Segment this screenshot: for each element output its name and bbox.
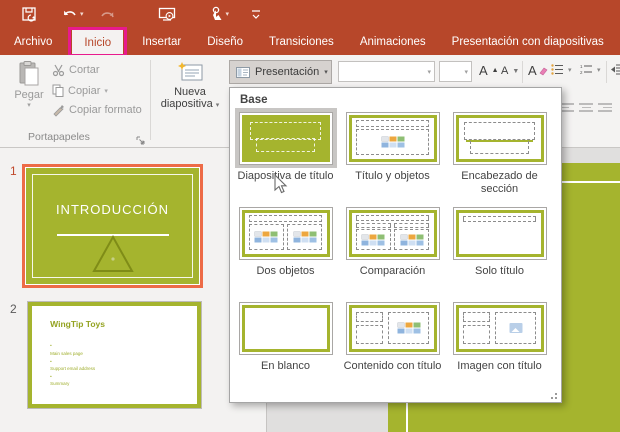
bullets-button[interactable]: ▾	[551, 64, 572, 75]
align-right-button[interactable]	[598, 103, 612, 114]
tab-animaciones[interactable]: Animaciones	[347, 28, 439, 55]
font-size-combobox[interactable]: ▾	[439, 61, 472, 82]
paste-button[interactable]: Pegar ▾	[8, 61, 50, 109]
font-name-caret: ▾	[427, 68, 431, 76]
clipboard-group-label: Portapapeles	[28, 131, 90, 143]
new-slide-dropdown-caret: ▾	[215, 102, 220, 109]
layout-gallery-grid: Diapositiva de título Título y objetos E…	[232, 108, 560, 393]
clear-formatting-button[interactable]: A	[528, 63, 548, 78]
font-name-combobox[interactable]: ▾	[338, 61, 435, 82]
svg-text:2: 2	[580, 70, 583, 75]
mouse-cursor	[274, 173, 288, 194]
decrease-indent-button[interactable]	[611, 64, 620, 75]
layout-option-comparacion[interactable]: Comparación	[341, 203, 445, 298]
layout-option-dos-objetos[interactable]: Dos objetos	[234, 203, 338, 298]
layout-option-en-blanco[interactable]: En blanco	[234, 298, 338, 393]
picture-placeholder-icon	[509, 323, 523, 333]
layout-icon	[236, 66, 250, 78]
decrease-indent-icon	[611, 64, 620, 75]
tab-archivo[interactable]: Archivo	[0, 28, 66, 55]
numbering-button[interactable]: 12 ▾	[580, 64, 601, 75]
slide-master-name: Base	[240, 94, 268, 106]
copy-button[interactable]: Copiar ▾	[52, 84, 108, 97]
slide-thumbnail-panel: 1 INTRODUCCIÓN 2 WingTip Toys • Main sal…	[0, 148, 267, 432]
tab-diseno[interactable]: Diseño	[194, 28, 256, 55]
numbering-icon: 12	[580, 64, 592, 75]
font-size-caret: ▾	[464, 68, 468, 76]
new-slide-button[interactable]: Nueva diapositiva ▾	[154, 61, 226, 110]
paste-dropdown-caret[interactable]: ▾	[27, 101, 31, 109]
redo-button[interactable]	[96, 2, 120, 26]
copy-dropdown-caret[interactable]: ▾	[104, 87, 108, 95]
new-slide-icon	[178, 62, 203, 81]
save-icon	[22, 6, 36, 22]
align-center-button[interactable]	[579, 103, 593, 114]
tab-presentacion-con-diapositivas[interactable]: Presentación con diapositivas	[439, 28, 617, 55]
start-slideshow-icon	[158, 7, 175, 21]
paste-icon	[19, 61, 38, 86]
layout-option-encabezado-de-seccion[interactable]: Encabezado de sección	[448, 108, 552, 203]
increase-font-size-button[interactable]: A ▲	[479, 63, 499, 78]
customize-quick-access-button[interactable]	[247, 2, 265, 26]
format-painter-button[interactable]: Copiar formato	[52, 104, 142, 117]
triangle-shape	[91, 235, 134, 273]
layout-option-titulo-y-objetos[interactable]: Título y objetos	[341, 108, 445, 203]
format-painter-icon	[53, 105, 64, 117]
slide-1-thumbnail[interactable]: INTRODUCCIÓN	[22, 164, 203, 288]
layout-button[interactable]: Presentación ▾	[229, 60, 332, 84]
undo-button[interactable]: ▾	[58, 2, 88, 26]
slide-1-title: INTRODUCCIÓN	[55, 202, 170, 218]
decrease-font-size-button[interactable]: A ▼	[501, 65, 519, 77]
slide-2-title: WingTip Toys	[50, 318, 105, 329]
bullets-icon	[551, 64, 563, 75]
undo-dropdown-caret[interactable]: ▾	[80, 10, 84, 18]
slide-2-thumbnail[interactable]: WingTip Toys • Main sales page • Support…	[27, 301, 202, 409]
group-divider	[150, 60, 151, 140]
touch-mode-dropdown-caret[interactable]: ▾	[226, 10, 230, 18]
layout-option-contenido-con-titulo[interactable]: Contenido con título	[341, 298, 445, 393]
customize-quick-access-icon	[252, 10, 261, 19]
slide-1-number: 1	[10, 164, 17, 178]
tab-transiciones[interactable]: Transiciones	[256, 28, 347, 55]
layout-gallery-dropdown: Base Diapositiva de título Título y obje…	[229, 87, 562, 403]
numbering-caret: ▾	[597, 66, 601, 74]
align-left-button[interactable]	[560, 103, 574, 114]
dropdown-resize-grip[interactable]	[549, 391, 557, 399]
start-slideshow-button[interactable]	[154, 2, 180, 26]
slide-2-bullets: • Main sales page • Support email addres…	[50, 343, 96, 387]
svg-text:1: 1	[580, 64, 583, 69]
layout-option-imagen-con-titulo[interactable]: Imagen con título	[448, 298, 552, 393]
layout-option-solo-titulo[interactable]: Solo título	[448, 203, 552, 298]
touch-mode-button[interactable]: ▾	[206, 2, 234, 26]
slide-2-number: 2	[10, 302, 17, 316]
tab-inicio[interactable]: Inicio	[68, 27, 128, 57]
save-button[interactable]	[18, 2, 42, 26]
redo-icon	[100, 11, 114, 17]
layout-dropdown-caret: ▾	[324, 69, 328, 76]
ribbon-tab-bar: Archivo Inicio Insertar Diseño Transicio…	[0, 27, 620, 57]
small-divider	[522, 61, 523, 83]
cut-button[interactable]: Cortar	[52, 64, 100, 77]
cut-icon	[52, 64, 65, 77]
bullets-caret: ▾	[568, 66, 572, 74]
tab-insertar[interactable]: Insertar	[129, 28, 194, 55]
undo-icon	[64, 10, 76, 15]
touch-mode-icon	[212, 6, 222, 20]
eraser-icon	[539, 67, 548, 75]
copy-icon	[52, 84, 64, 97]
small-divider-2	[606, 61, 607, 83]
content-placeholder-icons	[381, 136, 404, 148]
title-bar: ▾ ▾	[0, 0, 620, 28]
